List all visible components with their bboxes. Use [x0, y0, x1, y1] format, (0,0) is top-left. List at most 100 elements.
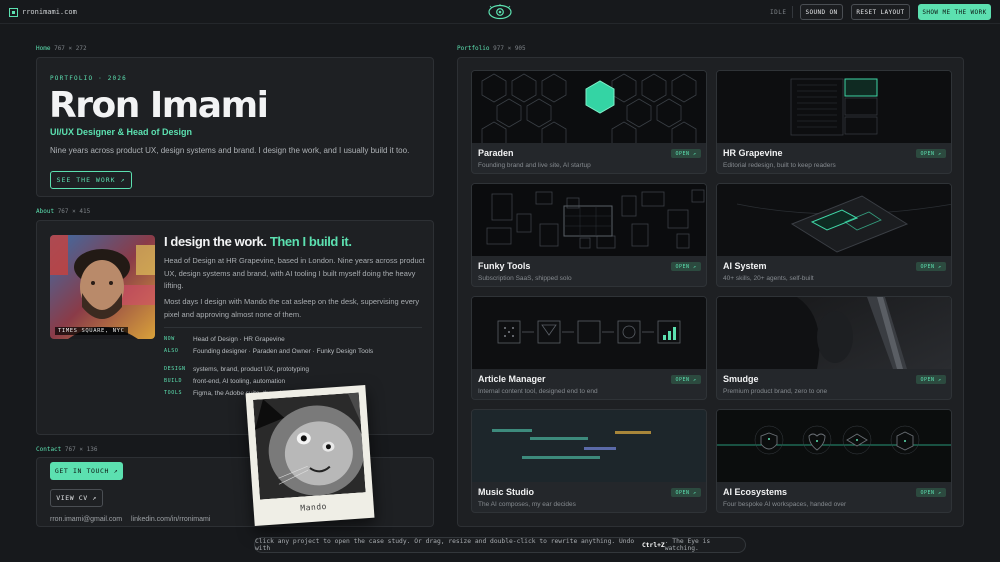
about-divider [164, 327, 422, 328]
project-card-paraden[interactable]: Paraden Founding brand and live site, AI… [471, 70, 707, 174]
project-subtitle: Premium product brand, zero to one [723, 388, 828, 395]
cat-photo [252, 392, 366, 500]
fact-row: BUILD front-end, AI tooling, automation [164, 375, 373, 387]
home-panel[interactable]: PORTFOLIO · 2026 Rron Imami UI/UX Design… [36, 57, 434, 197]
fact-row: DESIGN systems, brand, product UX, proto… [164, 363, 373, 375]
fact-value: Founding designer · Paraden and Owner · … [193, 347, 374, 355]
cat-image [252, 392, 366, 500]
project-thumbnail [472, 71, 706, 151]
divider [792, 6, 793, 18]
project-subtitle: Subscription SaaS, shipped solo [478, 275, 572, 282]
open-button[interactable]: OPEN ↗ [671, 149, 701, 158]
project-subtitle: 40+ skills, 20+ agents, self-built [723, 275, 814, 282]
role-subtitle: UI/UX Designer & Head of Design [50, 127, 193, 137]
get-in-touch-button[interactable]: GET IN TOUCH ↗ [50, 462, 123, 480]
project-card-article-manager[interactable]: Article Manager Internal content tool, d… [471, 296, 707, 400]
portfolio-label: Portfolio [457, 45, 490, 52]
project-card-ai-system[interactable]: AI System 40+ skills, 20+ agents, self-b… [716, 183, 952, 287]
polaroid-caption: Mando [300, 501, 328, 513]
fact-key: TOOLS [164, 390, 183, 396]
fact-key: DESIGN [164, 366, 186, 372]
project-subtitle: Four bespoke AI workspaces, handed over [723, 501, 847, 508]
hint-bar: Click any project to open the case study… [254, 537, 746, 553]
intro-text: Nine years across product UX, design sys… [50, 146, 410, 155]
project-title: AI Ecosystems [723, 487, 788, 497]
project-title: Paraden [478, 148, 514, 158]
fact-key: ALSO [164, 348, 179, 354]
reset-layout-button[interactable]: RESET LAYOUT [851, 4, 910, 20]
project-title: Funky Tools [478, 261, 531, 271]
project-title: HR Grapevine [723, 148, 783, 158]
sound-toggle-button[interactable]: SOUND ON [800, 4, 843, 20]
linkedin-link[interactable]: linkedin.com/in/rronimami [131, 516, 210, 523]
portfolio-panel[interactable]: Paraden Founding brand and live site, AI… [457, 57, 964, 527]
open-button[interactable]: OPEN ↗ [916, 488, 946, 497]
page-title: Rron Imami [49, 85, 269, 126]
project-card-funky-tools[interactable]: Funky Tools Subscription SaaS, shipped s… [471, 183, 707, 287]
site-name[interactable]: rronimami.com [22, 8, 77, 16]
open-button[interactable]: OPEN ↗ [916, 262, 946, 271]
home-size: 767 × 272 [54, 45, 87, 52]
project-thumbnail [717, 184, 951, 256]
project-card-hr-grapevine[interactable]: HR Grapevine Editorial redesign, built t… [716, 70, 952, 174]
fact-value: systems, brand, product UX, prototyping [193, 365, 309, 373]
project-subtitle: Editorial redesign, built to keep reader… [723, 162, 836, 169]
cat-polaroid[interactable]: Mando [245, 384, 375, 527]
about-headline: I design the work. Then I build it. [164, 234, 352, 249]
project-card-ai-ecosystems[interactable]: AI Ecosystems Four bespoke AI workspaces… [716, 409, 952, 513]
contact-panel-label: Contact 767 × 136 [36, 446, 97, 453]
email-link[interactable]: rron.imami@gmail.com [50, 516, 122, 523]
about-label: About [36, 208, 55, 215]
headline-part-2: Then I build it. [269, 234, 352, 249]
project-subtitle: The AI composes, my ear decides [478, 501, 576, 508]
eyebrow: PORTFOLIO · 2026 [50, 75, 127, 82]
undo-shortcut: Ctrl+Z [641, 541, 665, 549]
site-logo-icon[interactable] [9, 8, 18, 17]
hint-text: Click any project to open the case study… [255, 538, 635, 552]
project-thumbnail [717, 410, 951, 482]
home-label: Home [36, 45, 51, 52]
fact-value: Head of Design · HR Grapevine [193, 335, 285, 343]
profile-photo: TIMES SQUARE, NYC [50, 235, 155, 339]
fact-key: BUILD [164, 378, 183, 384]
open-button[interactable]: OPEN ↗ [671, 262, 701, 271]
fact-key: NOW [164, 336, 175, 342]
project-title: Article Manager [478, 374, 546, 384]
project-title: AI System [723, 261, 767, 271]
project-thumbnail [717, 297, 951, 369]
project-thumbnail [472, 297, 706, 369]
top-bar: rronimami.com IDLE SOUND ON RESET LAYOUT… [0, 0, 1000, 24]
open-button[interactable]: OPEN ↗ [916, 149, 946, 158]
open-button[interactable]: OPEN ↗ [671, 375, 701, 384]
show-work-button[interactable]: SHOW ME THE WORK [918, 4, 991, 20]
fact-value: front-end, AI tooling, automation [193, 377, 286, 385]
view-cv-button[interactable]: VIEW CV ↗ [50, 489, 103, 507]
project-card-music-studio[interactable]: Music Studio The AI composes, my ear dec… [471, 409, 707, 513]
fact-row: ALSO Founding designer · Paraden and Own… [164, 345, 373, 357]
about-panel-label: About 767 × 415 [36, 208, 90, 215]
photo-caption: TIMES SQUARE, NYC [55, 327, 128, 335]
status-text: IDLE [770, 9, 787, 16]
about-paragraph-1: Head of Design at HR Grapevine, based in… [164, 256, 425, 290]
project-thumbnail [472, 184, 706, 256]
eye-icon[interactable] [487, 4, 513, 20]
open-button[interactable]: OPEN ↗ [671, 488, 701, 497]
about-panel[interactable]: TIMES SQUARE, NYC I design the work. The… [36, 220, 434, 435]
about-size: 767 × 415 [57, 208, 91, 215]
project-thumbnail [472, 410, 706, 482]
contact-label: Contact [36, 446, 62, 453]
hint-text-end: . The Eye is watching. [664, 538, 711, 552]
see-work-button[interactable]: SEE THE WORK ↗ [50, 171, 132, 189]
project-title: Music Studio [478, 487, 534, 497]
open-button[interactable]: OPEN ↗ [916, 375, 946, 384]
project-title: Smudge [723, 374, 759, 384]
project-subtitle: Internal content tool, designed end to e… [478, 388, 598, 395]
portrait-image [50, 235, 155, 339]
portfolio-panel-label: Portfolio 977 × 905 [457, 45, 526, 52]
project-subtitle: Founding brand and live site, AI startup [478, 162, 591, 169]
contact-size: 767 × 136 [64, 446, 98, 453]
project-card-smudge[interactable]: Smudge Premium product brand, zero to on… [716, 296, 952, 400]
headline-part-1: I design the work. [164, 234, 267, 249]
project-thumbnail [717, 71, 951, 143]
fact-row: NOW Head of Design · HR Grapevine [164, 333, 373, 345]
